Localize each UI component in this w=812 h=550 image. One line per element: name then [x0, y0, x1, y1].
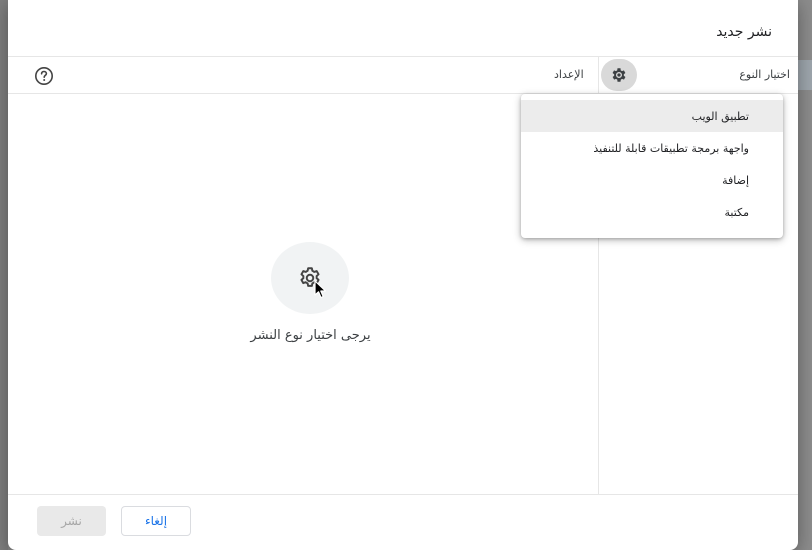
menu-item-web-app[interactable]: تطبيق الويب	[521, 100, 783, 132]
select-type-label: اختيار النوع	[739, 68, 790, 81]
select-type-gear-button[interactable]	[601, 59, 637, 91]
pointer-cursor-icon	[314, 280, 330, 304]
backdrop-left	[0, 0, 8, 550]
header-divider-top	[8, 56, 798, 57]
menu-item-library[interactable]: مكتبة	[521, 196, 783, 228]
menu-item-add-on[interactable]: إضافة	[521, 164, 783, 196]
help-icon[interactable]	[34, 66, 54, 86]
backdrop-strip	[798, 60, 812, 90]
deploy-button[interactable]: نشر	[37, 506, 106, 536]
gear-icon	[612, 68, 626, 82]
dialog-title: نشر جديد	[716, 24, 772, 40]
empty-state-message: يرجى اختيار نوع النشر	[250, 328, 371, 343]
deployment-type-menu: تطبيق الويب واجهة برمجة تطبيقات قابلة لل…	[521, 94, 783, 238]
cancel-button[interactable]: إلغاء	[121, 506, 191, 536]
footer-divider	[8, 494, 798, 495]
config-label: الإعداد	[554, 68, 584, 81]
backdrop-right	[798, 0, 812, 550]
new-deployment-dialog: نشر جديد الإعداد اختيار النوع يرجى اختيا…	[8, 0, 798, 550]
empty-state-gear-circle	[271, 242, 349, 314]
menu-item-api-executable[interactable]: واجهة برمجة تطبيقات قابلة للتنفيذ	[521, 132, 783, 164]
